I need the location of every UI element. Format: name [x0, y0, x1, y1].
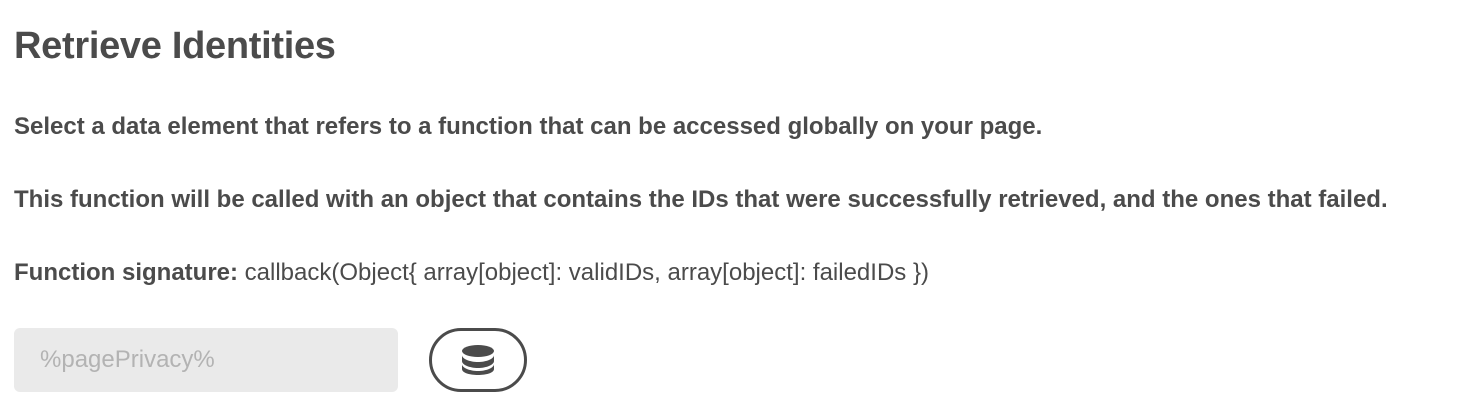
data-element-picker-button[interactable]: [429, 328, 527, 392]
section-title: Retrieve Identities: [14, 25, 336, 67]
database-icon: [461, 345, 495, 375]
function-signature-label: Function signature:: [14, 259, 238, 286]
description-paragraph-1: Select a data element that refers to a f…: [14, 113, 1043, 140]
retrieve-identities-panel: Retrieve Identities Select a data elemen…: [0, 0, 1472, 420]
data-element-input[interactable]: [14, 328, 398, 392]
function-signature: Function signature: callback(Object{ arr…: [14, 257, 929, 289]
description-paragraph-2: This function will be called with an obj…: [14, 186, 1388, 213]
function-signature-code: callback(Object{ array[object]: validIDs…: [238, 259, 929, 286]
